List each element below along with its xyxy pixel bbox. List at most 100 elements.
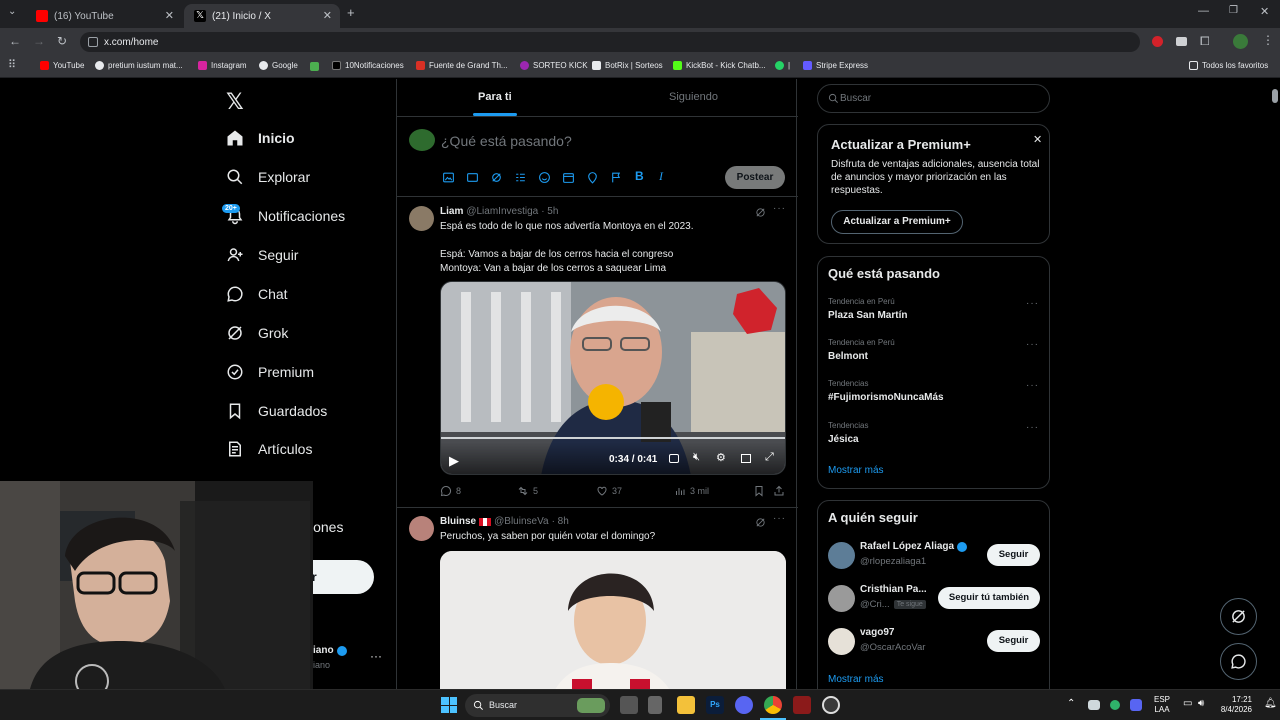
close-icon[interactable]: ✕	[165, 9, 174, 22]
nav-guardados[interactable]: Guardados	[226, 402, 327, 420]
nav-grok[interactable]: Grok	[226, 324, 288, 342]
follow-handle[interactable]: @Cri...	[860, 599, 890, 610]
more-icon[interactable]: ···	[1026, 422, 1039, 433]
fullscreen-icon[interactable]: ⤢	[765, 451, 774, 464]
app-icon[interactable]	[822, 696, 840, 714]
follow-back-button[interactable]: Seguir tú también	[938, 587, 1040, 609]
share-icon[interactable]	[773, 485, 785, 497]
display-icon[interactable]: ▭	[1183, 698, 1192, 709]
extensions-puzzle-icon[interactable]: ⧠	[1200, 34, 1210, 49]
tweet-author-handle[interactable]: @LiamInvestiga	[466, 206, 538, 217]
avatar[interactable]	[828, 542, 855, 569]
bookmark-stripe[interactable]: Stripe Express	[803, 61, 868, 70]
post-button[interactable]: Postear	[725, 166, 785, 189]
avatar[interactable]	[828, 585, 855, 612]
nav-seguir[interactable]: Seguir	[226, 246, 298, 264]
close-icon[interactable]: ✕	[1033, 133, 1042, 146]
scrollbar-thumb[interactable]	[1272, 89, 1278, 103]
grok-button[interactable]	[1220, 598, 1257, 635]
schedule-icon[interactable]	[562, 171, 575, 184]
avatar[interactable]	[828, 628, 855, 655]
more-icon[interactable]: ···	[1026, 339, 1039, 350]
chevron-up-icon[interactable]: ⌃	[1067, 698, 1075, 709]
tweet-author-handle[interactable]: @BluinseVa	[494, 516, 548, 527]
file-explorer-icon[interactable]	[677, 696, 695, 714]
close-window-icon[interactable]: ✕	[1260, 5, 1269, 18]
nav-explorar[interactable]: Explorar	[226, 168, 310, 186]
bookmark-whatsapp[interactable]: |	[775, 61, 790, 70]
nav-premium[interactable]: Premium	[226, 363, 314, 381]
forward-icon[interactable]: →	[33, 34, 45, 48]
notification-icon[interactable]: 🔔︎	[1264, 698, 1277, 709]
nav-chat[interactable]: Chat	[226, 285, 288, 303]
follow-name[interactable]: Rafael López Aliaga	[860, 541, 968, 552]
tweet-image[interactable]	[440, 551, 786, 689]
chrome-icon[interactable]	[764, 696, 782, 714]
grok-icon[interactable]	[490, 171, 503, 184]
x-logo-icon[interactable]: 𝕏	[226, 89, 244, 115]
bookmark-icon[interactable]	[753, 485, 765, 497]
profile-name-partial[interactable]: iano	[313, 645, 347, 656]
new-tab-icon[interactable]: +	[347, 5, 355, 20]
follow-handle[interactable]: @OscarAcoVar	[860, 642, 925, 653]
all-bookmarks[interactable]: Todos los favoritos	[1189, 61, 1268, 70]
avatar[interactable]	[1233, 34, 1248, 49]
bookmark-sorteo-kick[interactable]: SORTEO KICK	[520, 61, 588, 70]
show-more-link[interactable]: Mostrar más	[828, 674, 884, 685]
gif-icon[interactable]	[466, 171, 479, 184]
bookmark-google[interactable]: Google	[259, 61, 298, 70]
bookmark-botrix[interactable]: BotRix | Sorteos	[592, 61, 663, 70]
bookmark-fuente[interactable]: Fuente de Grand Th...	[416, 61, 508, 70]
play-icon[interactable]: ▶	[449, 453, 459, 469]
extension-icon[interactable]	[1152, 36, 1163, 47]
language-indicator[interactable]: ESP LAA	[1154, 695, 1170, 715]
nav-articulos[interactable]: Artículos	[226, 440, 312, 458]
tweet-author-name[interactable]: Liam	[440, 206, 463, 217]
tray-icon[interactable]	[1088, 700, 1100, 710]
nav-partial[interactable]: iones	[310, 519, 343, 535]
trend-item[interactable]: Belmont	[828, 351, 868, 362]
bookmark-pretium[interactable]: pretium iustum mat...	[95, 61, 183, 70]
reply-button[interactable]: 8	[440, 485, 461, 497]
reload-icon[interactable]: ↻	[57, 34, 67, 48]
bookmark-youtube[interactable]: YouTube	[40, 61, 84, 70]
tab-search-icon[interactable]: ⌄	[8, 6, 16, 17]
volume-icon[interactable]: 🔊︎	[1198, 698, 1204, 709]
restore-icon[interactable]: ❐	[1229, 5, 1238, 16]
poll-icon[interactable]	[514, 171, 527, 184]
repost-button[interactable]: 5	[517, 485, 538, 497]
tray-icon[interactable]	[1130, 699, 1142, 711]
bookmark-kickbot[interactable]: KickBot - Kick Chatb...	[673, 61, 766, 70]
windows-start-icon[interactable]	[441, 697, 457, 713]
avatar[interactable]	[409, 516, 434, 541]
trend-item[interactable]: Jésica	[828, 434, 859, 445]
clock[interactable]: 17:21 8/4/2026	[1216, 695, 1252, 715]
site-info-icon[interactable]	[88, 37, 98, 47]
settings-icon[interactable]: ⚙	[716, 451, 726, 464]
discord-icon[interactable]	[735, 696, 753, 714]
apps-icon[interactable]: ⠿	[8, 58, 16, 71]
task-view-icon[interactable]	[620, 696, 638, 714]
tweet-time[interactable]: · 5h	[541, 206, 558, 217]
tab-para-ti[interactable]: Para ti	[478, 91, 512, 103]
menu-icon[interactable]: ⋮	[1262, 33, 1274, 47]
address-bar[interactable]: x.com/home	[80, 32, 1140, 52]
bookmark-instagram[interactable]: Instagram	[198, 61, 247, 70]
minimize-icon[interactable]: —	[1198, 5, 1209, 17]
app-icon[interactable]	[648, 696, 662, 714]
tab-siguiendo[interactable]: Siguiendo	[669, 91, 718, 103]
nav-inicio[interactable]: Inicio	[226, 129, 295, 147]
show-more-link[interactable]: Mostrar más	[828, 465, 884, 476]
app-icon[interactable]	[793, 696, 811, 714]
nav-notificaciones[interactable]: Notificaciones	[226, 207, 345, 225]
extension-icon[interactable]	[1176, 37, 1187, 46]
avatar[interactable]	[409, 129, 435, 151]
tweet-video[interactable]: ▶ 0:34 / 0:41 🔇︎ ⚙ ⤢	[440, 281, 786, 475]
tweet-author-name[interactable]: Bluinse	[440, 516, 476, 527]
follow-button[interactable]: Seguir	[987, 544, 1040, 566]
follow-name[interactable]: Cristhian Pa...	[860, 584, 927, 595]
scrollbar[interactable]	[1270, 79, 1280, 689]
trend-item[interactable]: #FujimorismoNuncaMás	[828, 392, 944, 403]
grok-icon[interactable]	[755, 517, 766, 528]
more-icon[interactable]: ···	[773, 203, 786, 214]
